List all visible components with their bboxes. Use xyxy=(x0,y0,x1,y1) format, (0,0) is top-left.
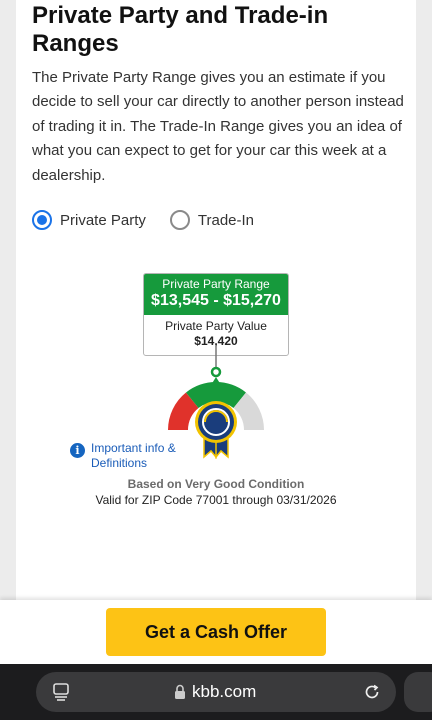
gauge-needle xyxy=(211,377,221,385)
url-text[interactable]: kbb.com xyxy=(192,682,256,702)
radio-trade-in-circle[interactable] xyxy=(169,210,190,230)
section-description: The Private Party Range gives you an est… xyxy=(32,69,404,184)
sticky-cta-bar: Get a Cash Offer xyxy=(0,600,432,664)
price-range-value: $13,545 - $15,270 xyxy=(151,292,281,309)
price-range-header: Private Party Range $13,545 - $15,270 xyxy=(144,274,288,315)
range-type-radio-group: Private Party Trade-In xyxy=(32,210,254,230)
important-info-link[interactable]: i Important info & Definitions xyxy=(70,441,181,471)
get-cash-offer-button[interactable]: Get a Cash Offer xyxy=(106,608,326,656)
radio-private-party-label[interactable]: Private Party xyxy=(60,212,146,229)
condition-note: Based on Very Good Condition xyxy=(127,477,305,491)
private-party-value-label: Private Party Value xyxy=(165,319,267,333)
gauge-pointer-dot xyxy=(210,366,222,378)
validity-note: Valid for ZIP Code 77001 through 03/31/2… xyxy=(95,493,337,507)
price-range-box: Private Party Range $13,545 - $15,270 Pr… xyxy=(143,273,289,356)
reload-icon[interactable] xyxy=(363,683,381,701)
price-range-label: Private Party Range xyxy=(162,277,270,291)
browser-toolbar: kbb.com xyxy=(0,664,432,720)
info-icon[interactable]: i xyxy=(70,443,85,458)
important-info-label[interactable]: Important info & Definitions xyxy=(91,441,181,471)
kbb-badge-icon xyxy=(195,401,237,443)
section-title: Private Party and Trade-in Ranges xyxy=(32,2,329,57)
address-bar[interactable]: kbb.com xyxy=(36,672,396,712)
tabs-icon[interactable] xyxy=(52,682,70,702)
lock-icon xyxy=(175,684,185,699)
radio-private-party-circle[interactable] xyxy=(32,210,52,230)
radio-trade-in[interactable]: Trade-In xyxy=(169,210,254,230)
radio-trade-in-label[interactable]: Trade-In xyxy=(198,212,254,229)
next-tab-preview[interactable] xyxy=(404,672,432,712)
radio-private-party[interactable]: Private Party xyxy=(32,210,146,230)
